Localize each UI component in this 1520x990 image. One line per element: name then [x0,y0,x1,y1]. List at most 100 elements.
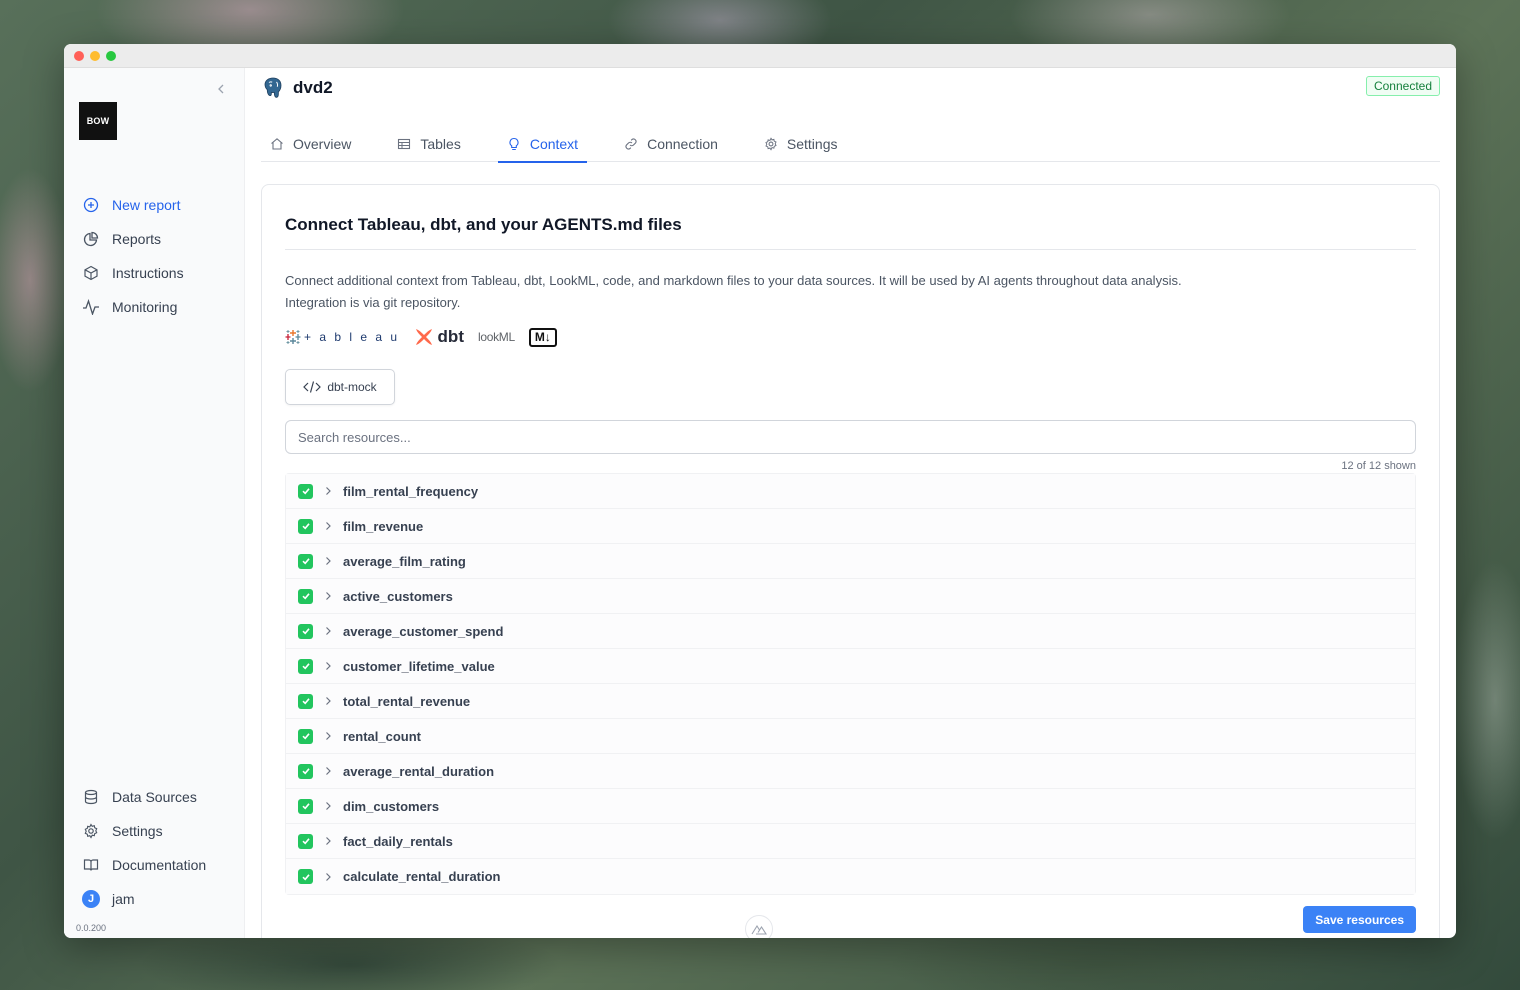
context-card: Connect Tableau, dbt, and your AGENTS.md… [261,184,1440,938]
list-item[interactable]: fact_daily_rentals [286,824,1415,859]
tab-connection[interactable]: Connection [615,126,727,162]
sidebar-item-settings[interactable]: Settings [82,814,232,848]
chevron-right-icon[interactable] [322,660,334,672]
dbt-icon [415,329,432,345]
repo-button[interactable]: dbt-mock [285,369,395,405]
chevron-right-icon[interactable] [322,871,334,883]
sidebar-user[interactable]: J jam [82,882,232,916]
resource-name: active_customers [343,588,453,604]
context-title: Connect Tableau, dbt, and your AGENTS.md… [285,215,1416,250]
close-window-button[interactable] [74,50,84,61]
list-item[interactable]: average_film_rating [286,544,1415,579]
plus-circle-icon [82,196,100,214]
checkbox[interactable] [298,658,313,674]
checkbox[interactable] [298,588,313,604]
sidebar-item-reports[interactable]: Reports [82,222,232,256]
chevron-right-icon[interactable] [322,730,334,742]
search-input[interactable] [285,420,1416,454]
user-name: jam [112,891,135,907]
resource-list: film_rental_frequency film_revenueaverage… [285,473,1416,895]
tab-tables[interactable]: Tables [388,126,469,162]
tab-label: Connection [647,136,718,152]
sidebar-item-data-sources[interactable]: Data Sources [82,780,232,814]
chevron-right-icon[interactable] [322,520,334,532]
list-item[interactable]: calculate_rental_duration [286,859,1415,894]
chevron-right-icon[interactable] [322,485,334,497]
resource-name: total_rental_revenue [343,693,471,709]
checkbox[interactable] [298,483,313,499]
checkbox[interactable] [298,728,313,744]
tableau-cross-icon [285,330,301,344]
check-icon [301,873,310,880]
resource-name: dim_customers [343,798,440,814]
tab-context[interactable]: Context [497,126,588,163]
page-header: dvd2 [261,76,333,100]
logo[interactable]: BOW [79,102,117,140]
resource-name: film_rental_frequency [343,483,479,499]
chevron-left-icon[interactable] [214,82,228,96]
page-title: dvd2 [293,78,333,97]
maximize-window-button[interactable] [106,50,116,61]
save-resources-button[interactable]: Save resources [1303,906,1416,933]
markdown-logo: M↓ [528,327,557,347]
list-item[interactable]: active_customers [286,579,1415,614]
checkbox[interactable] [298,518,313,534]
resource-name: average_film_rating [343,553,466,569]
resource-name: customer_lifetime_value [343,658,495,674]
check-icon [301,593,310,600]
sidebar-item-label: Documentation [112,857,207,873]
lookml-logo: lookML [477,330,515,344]
lightbulb-icon [507,137,521,151]
code-icon [303,381,322,393]
chevron-right-icon[interactable] [322,835,334,847]
list-item[interactable]: total_rental_revenue [286,684,1415,719]
checkbox[interactable] [298,763,313,779]
chevron-right-icon[interactable] [322,800,334,812]
check-icon [301,558,310,565]
list-item[interactable]: film_revenue [286,509,1415,544]
sidebar: BOW New report Reports Instructions Moni… [64,68,245,938]
chevron-right-icon[interactable] [322,765,334,777]
list-item[interactable]: customer_lifetime_value [286,649,1415,684]
checkbox[interactable] [298,693,313,709]
minimize-window-button[interactable] [90,50,100,61]
list-item[interactable]: rental_count [286,719,1415,754]
description-line: Integration is via git repository. [285,295,461,310]
checkbox[interactable] [298,869,313,884]
database-icon [82,788,100,806]
checkbox[interactable] [298,623,313,639]
pie-chart-icon [82,230,100,248]
tab-settings[interactable]: Settings [755,126,847,162]
checkbox[interactable] [298,798,313,814]
resource-name: fact_daily_rentals [343,833,453,849]
chevron-right-icon[interactable] [322,695,334,707]
gear-icon [764,137,778,151]
activity-icon [82,298,100,316]
status-badge: Connected [1365,76,1440,96]
list-item[interactable]: film_rental_frequency [286,474,1415,509]
checkbox[interactable] [298,553,313,569]
nuxt-devtools-icon[interactable] [745,915,773,938]
check-icon [301,488,310,495]
list-item[interactable]: average_customer_spend [286,614,1415,649]
list-item[interactable]: average_rental_duration [286,754,1415,789]
list-item[interactable]: dim_customers [286,789,1415,824]
sidebar-item-monitoring[interactable]: Monitoring [82,290,232,324]
sidebar-item-instructions[interactable]: Instructions [82,256,232,290]
repo-label: dbt-mock [327,380,377,394]
sidebar-item-new-report[interactable]: New report [82,188,232,222]
window-titlebar [64,44,1456,68]
avatar: J [82,890,100,908]
check-icon [301,768,310,775]
sidebar-item-documentation[interactable]: Documentation [82,848,232,882]
chevron-right-icon[interactable] [322,555,334,567]
tab-label: Settings [786,136,838,152]
check-icon [301,663,310,670]
sidebar-item-label: Reports [112,231,162,247]
chevron-right-icon[interactable] [322,590,334,602]
tab-overview[interactable]: Overview [261,126,360,162]
chevron-right-icon[interactable] [322,625,334,637]
tab-label: Tables [420,136,461,152]
cube-icon [82,264,100,282]
checkbox[interactable] [298,833,313,849]
